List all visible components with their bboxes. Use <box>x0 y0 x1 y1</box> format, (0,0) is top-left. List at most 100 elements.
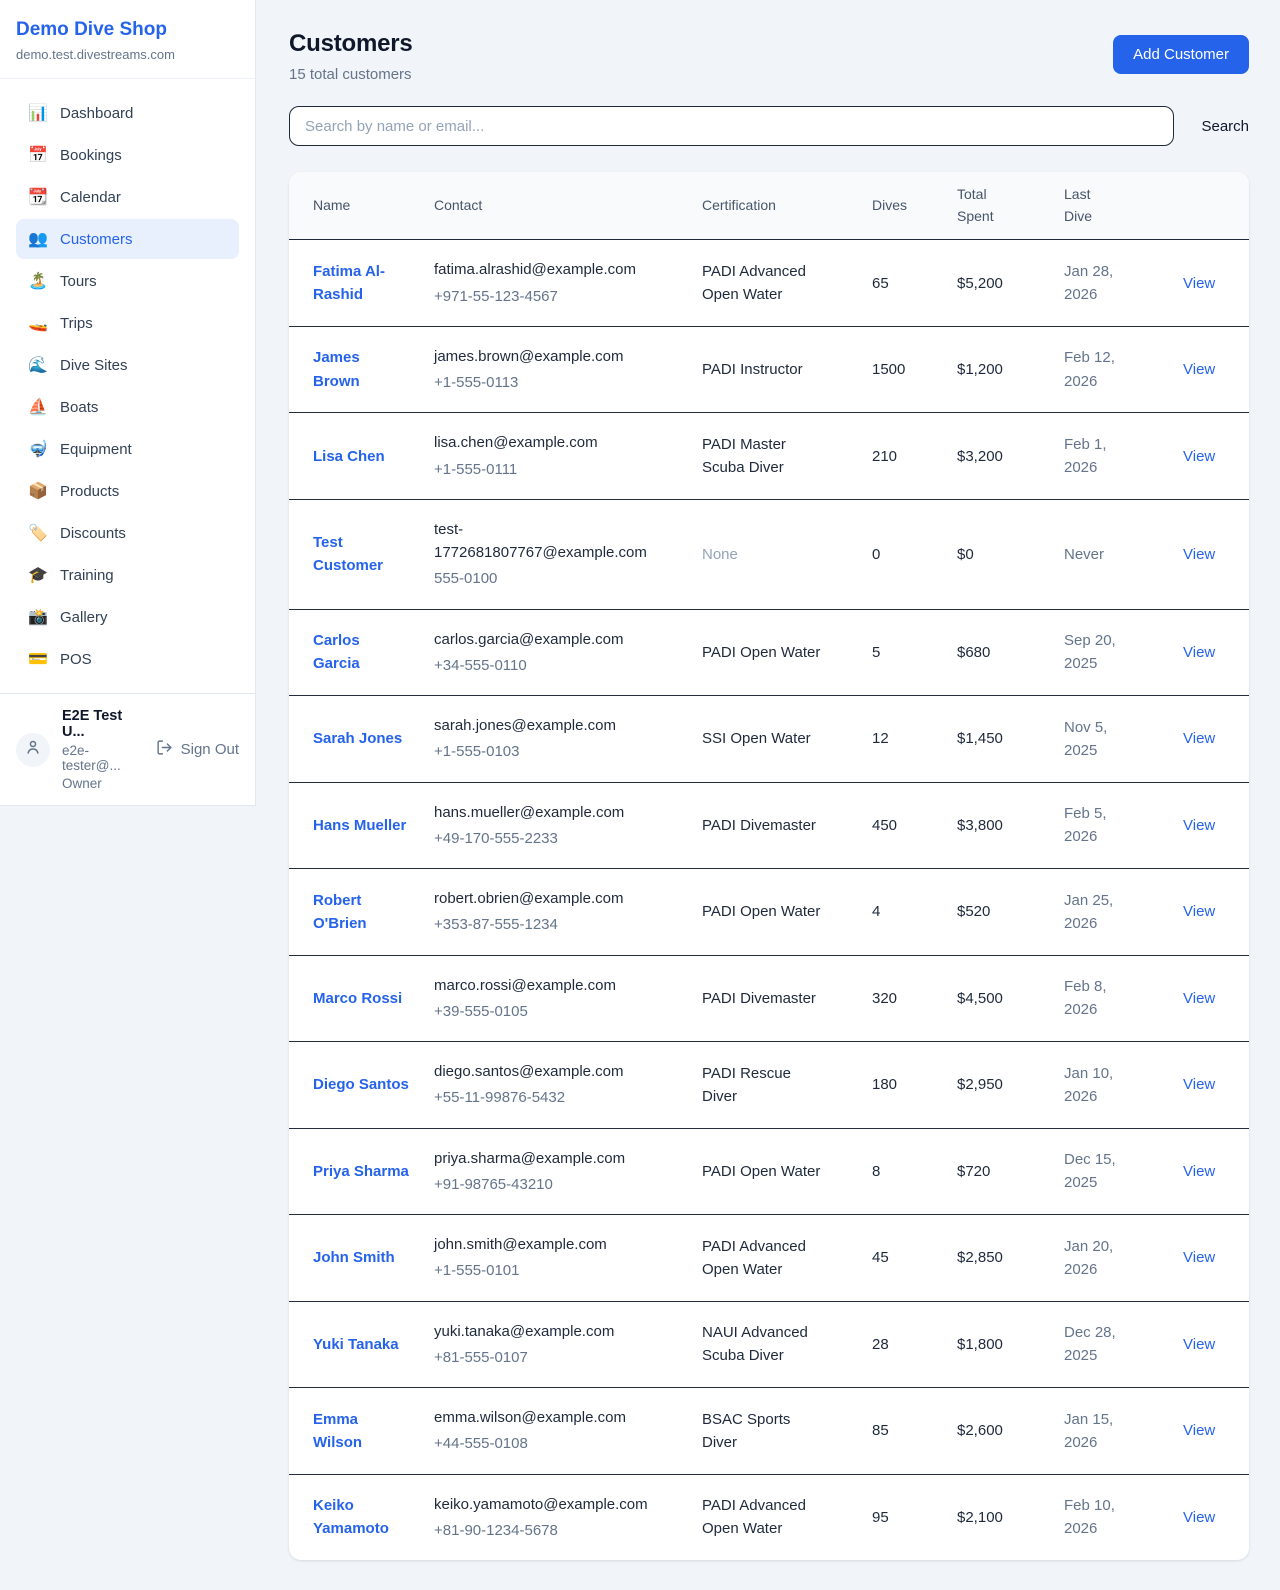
customer-phone: +44-555-0108 <box>434 1432 686 1455</box>
customer-dives: 180 <box>872 1042 957 1129</box>
customer-certification: NAUI Advanced Scuba Diver <box>702 1321 822 1368</box>
user-footer: E2E Test U... e2e-tester@... Owner Sign … <box>0 693 255 805</box>
customer-dives: 1500 <box>872 326 957 413</box>
view-customer-link[interactable]: View <box>1183 1336 1215 1353</box>
sign-out-icon <box>156 739 173 760</box>
column-header-actions <box>1171 172 1249 240</box>
sidebar-item-training[interactable]: 🎓 Training <box>16 555 239 595</box>
view-customer-link[interactable]: View <box>1183 1509 1215 1526</box>
view-customer-link[interactable]: View <box>1183 730 1215 747</box>
column-header-contact: Contact <box>434 172 702 240</box>
view-customer-link[interactable]: View <box>1183 1163 1215 1180</box>
customer-last-dive: Jan 15, 2026 <box>1064 1408 1128 1455</box>
customer-name-link[interactable]: Yuki Tanaka <box>313 1333 399 1356</box>
customer-email: lisa.chen@example.com <box>434 431 686 454</box>
customer-total-spent: $2,950 <box>957 1042 1064 1129</box>
customer-dives: 450 <box>872 782 957 869</box>
view-customer-link[interactable]: View <box>1183 546 1215 563</box>
sidebar-item-equipment[interactable]: 🤿 Equipment <box>16 429 239 469</box>
view-customer-link[interactable]: View <box>1183 1422 1215 1439</box>
sidebar-item-tours[interactable]: 🏝️ Tours <box>16 261 239 301</box>
view-customer-link[interactable]: View <box>1183 448 1215 465</box>
customer-total-spent: $2,850 <box>957 1215 1064 1302</box>
main-content: Customers 15 total customers Add Custome… <box>256 0 1280 1590</box>
customer-phone: +353-87-555-1234 <box>434 913 686 936</box>
customer-name-link[interactable]: John Smith <box>313 1246 395 1269</box>
sidebar-item-discounts[interactable]: 🏷️ Discounts <box>16 513 239 553</box>
customer-phone: +91-98765-43210 <box>434 1173 686 1196</box>
customer-phone: +34-555-0110 <box>434 654 686 677</box>
customer-email: test-1772681807767@example.com <box>434 518 686 565</box>
customer-name-link[interactable]: Keiko Yamamoto <box>313 1494 409 1541</box>
customer-name-link[interactable]: Carlos Garcia <box>313 629 409 676</box>
customer-email: sarah.jones@example.com <box>434 714 686 737</box>
customer-name-link[interactable]: Diego Santos <box>313 1073 409 1096</box>
search-input[interactable] <box>289 106 1174 146</box>
add-customer-button[interactable]: Add Customer <box>1113 35 1249 74</box>
customer-name-link[interactable]: Lisa Chen <box>313 445 385 468</box>
sidebar-item-bookings[interactable]: 📅 Bookings <box>16 135 239 175</box>
shop-name: Demo Dive Shop <box>16 19 239 41</box>
customer-last-dive: Sep 20, 2025 <box>1064 629 1128 676</box>
sidebar-item-products[interactable]: 📦 Products <box>16 471 239 511</box>
customer-email: hans.mueller@example.com <box>434 801 686 824</box>
sidebar-item-calendar[interactable]: 📆 Calendar <box>16 177 239 217</box>
customer-total-spent: $1,800 <box>957 1301 1064 1388</box>
customer-phone: +49-170-555-2233 <box>434 827 686 850</box>
customer-certification: PADI Advanced Open Water <box>702 1235 822 1282</box>
table-row: Marco Rossi marco.rossi@example.com +39-… <box>289 955 1249 1042</box>
customer-total-spent: $5,200 <box>957 240 1064 327</box>
customer-name-link[interactable]: Sarah Jones <box>313 727 402 750</box>
sidebar-item-customers[interactable]: 👥 Customers <box>16 219 239 259</box>
search-button[interactable]: Search <box>1201 110 1249 143</box>
trips-icon: 🚤 <box>28 313 48 333</box>
table-row: Lisa Chen lisa.chen@example.com +1-555-0… <box>289 413 1249 500</box>
sidebar-item-pos[interactable]: 💳 POS <box>16 639 239 679</box>
customer-name-link[interactable]: Emma Wilson <box>313 1408 409 1455</box>
view-customer-link[interactable]: View <box>1183 817 1215 834</box>
view-customer-link[interactable]: View <box>1183 644 1215 661</box>
customer-total-spent: $2,100 <box>957 1474 1064 1560</box>
sidebar-item-dive-sites[interactable]: 🌊 Dive Sites <box>16 345 239 385</box>
view-customer-link[interactable]: View <box>1183 1249 1215 1266</box>
sidebar-item-trips[interactable]: 🚤 Trips <box>16 303 239 343</box>
page-title: Customers <box>289 30 413 58</box>
customer-dives: 210 <box>872 413 957 500</box>
table-row: Carlos Garcia carlos.garcia@example.com … <box>289 609 1249 696</box>
customer-name-link[interactable]: Priya Sharma <box>313 1160 409 1183</box>
customer-email: priya.sharma@example.com <box>434 1147 686 1170</box>
view-customer-link[interactable]: View <box>1183 275 1215 292</box>
view-customer-link[interactable]: View <box>1183 361 1215 378</box>
total-customers-count: 15 total customers <box>289 66 413 83</box>
customer-phone: +971-55-123-4567 <box>434 285 686 308</box>
view-customer-link[interactable]: View <box>1183 990 1215 1007</box>
view-customer-link[interactable]: View <box>1183 903 1215 920</box>
customer-email: marco.rossi@example.com <box>434 974 686 997</box>
customer-name-link[interactable]: Robert O'Brien <box>313 889 409 936</box>
sign-out-button[interactable]: Sign Out <box>156 739 239 760</box>
customer-email: diego.santos@example.com <box>434 1060 686 1083</box>
customer-email: james.brown@example.com <box>434 345 686 368</box>
dive-sites-icon: 🌊 <box>28 355 48 375</box>
customer-name-link[interactable]: Fatima Al-Rashid <box>313 260 409 307</box>
column-header-total-spent: Total Spent <box>957 172 1064 240</box>
customer-certification: None <box>702 543 738 566</box>
customer-name-link[interactable]: Hans Mueller <box>313 814 406 837</box>
customer-certification: PADI Master Scuba Diver <box>702 433 822 480</box>
sidebar-item-boats[interactable]: ⛵ Boats <box>16 387 239 427</box>
table-row: Hans Mueller hans.mueller@example.com +4… <box>289 782 1249 869</box>
customer-dives: 320 <box>872 955 957 1042</box>
customer-certification: PADI Advanced Open Water <box>702 1494 822 1541</box>
view-customer-link[interactable]: View <box>1183 1076 1215 1093</box>
customer-name-link[interactable]: James Brown <box>313 346 409 393</box>
sidebar-item-gallery[interactable]: 📸 Gallery <box>16 597 239 637</box>
training-icon: 🎓 <box>28 565 48 585</box>
table-row: Robert O'Brien robert.obrien@example.com… <box>289 869 1249 956</box>
customer-certification: PADI Open Water <box>702 641 820 664</box>
customer-name-link[interactable]: Marco Rossi <box>313 987 402 1010</box>
page-title-block: Customers 15 total customers <box>289 30 413 83</box>
customer-name-link[interactable]: Test Customer <box>313 531 409 578</box>
sidebar-item-dashboard[interactable]: 📊 Dashboard <box>16 93 239 133</box>
customers-table-card: NameContactCertificationDivesTotal Spent… <box>289 172 1249 1560</box>
customer-last-dive: Feb 8, 2026 <box>1064 975 1128 1022</box>
